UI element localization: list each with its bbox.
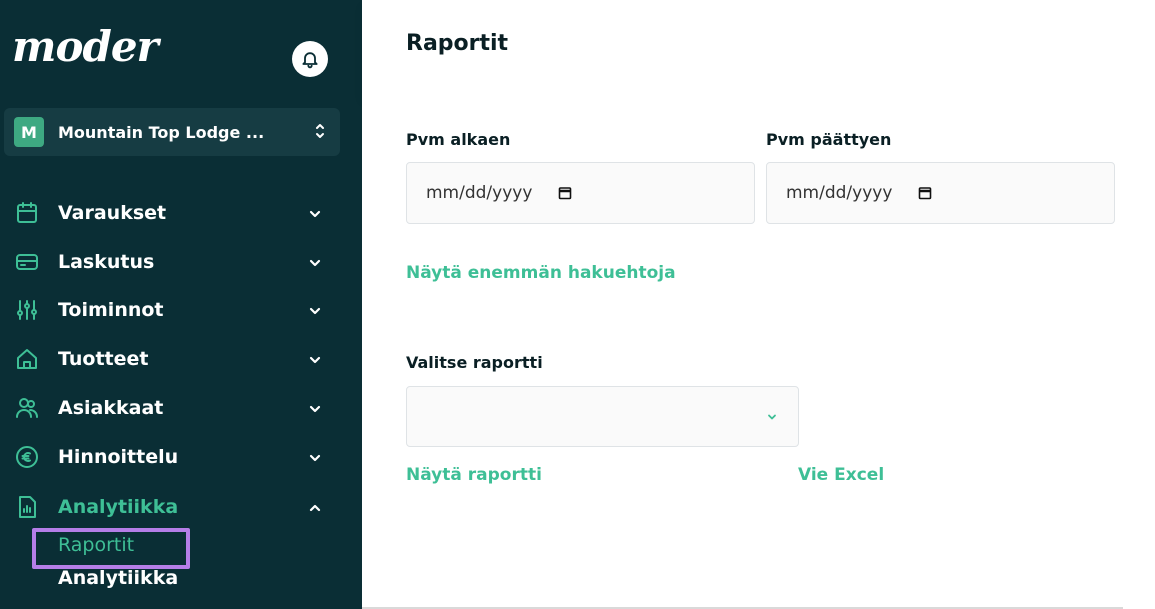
sidebar-item-tuotteet[interactable]: Tuotteet bbox=[0, 339, 362, 379]
sidebar: moder M Mountain Top Lodge ... Varaukset… bbox=[0, 0, 362, 609]
sidebar-item-toiminnot[interactable]: Toiminnot bbox=[0, 290, 362, 330]
date-to-placeholder: mm/dd/yyyy bbox=[786, 183, 893, 203]
notifications-button[interactable] bbox=[292, 41, 328, 77]
sidebar-item-label: Analytiikka bbox=[58, 496, 179, 518]
calendar-icon bbox=[17, 202, 37, 223]
sidebar-item-hinnoittelu[interactable]: Hinnoittelu bbox=[0, 437, 362, 477]
date-from-input[interactable]: mm/dd/yyyy bbox=[406, 162, 755, 224]
chevron-down-icon bbox=[309, 307, 321, 315]
credit-card-icon bbox=[16, 254, 38, 270]
date-to-input[interactable]: mm/dd/yyyy bbox=[766, 162, 1115, 224]
chevron-down-icon bbox=[309, 454, 321, 462]
date-from-label: Pvm alkaen bbox=[406, 130, 511, 149]
app-logo: moder bbox=[12, 22, 159, 71]
sidebar-item-label: Toiminnot bbox=[58, 299, 164, 321]
chevron-down-icon bbox=[309, 356, 321, 364]
sidebar-item-analytiikka[interactable]: Analytiikka bbox=[0, 487, 362, 527]
chevron-updown-icon bbox=[316, 124, 324, 138]
bell-icon bbox=[302, 52, 318, 69]
sidebar-item-label: Asiakkaat bbox=[58, 397, 164, 419]
sidebar-subitem-raportit[interactable]: Raportit bbox=[58, 534, 134, 556]
more-filters-link[interactable]: Näytä enemmän hakuehtoja bbox=[406, 263, 676, 283]
sliders-icon bbox=[17, 300, 37, 320]
sidebar-item-asiakkaat[interactable]: Asiakkaat bbox=[0, 388, 362, 428]
sidebar-subitem-analytiikka[interactable]: Analytiikka bbox=[58, 567, 178, 589]
chevron-down-icon bbox=[768, 414, 776, 420]
analytics-icon bbox=[19, 496, 36, 518]
calendar-picker-icon[interactable] bbox=[918, 186, 932, 200]
sidebar-item-label: Tuotteet bbox=[58, 348, 149, 370]
calendar-picker-icon[interactable] bbox=[558, 186, 572, 200]
home-icon bbox=[17, 349, 37, 369]
chevron-down-icon bbox=[309, 210, 321, 218]
sidebar-item-varaukset[interactable]: Varaukset bbox=[0, 193, 362, 233]
export-excel-link[interactable]: Vie Excel bbox=[798, 465, 884, 485]
right-margin bbox=[1123, 0, 1155, 609]
date-from-placeholder: mm/dd/yyyy bbox=[426, 183, 533, 203]
report-select-label: Valitse raportti bbox=[406, 353, 543, 372]
chevron-up-icon bbox=[309, 504, 321, 512]
property-selector[interactable]: M Mountain Top Lodge ... bbox=[4, 108, 340, 156]
page-title: Raportit bbox=[406, 31, 509, 56]
date-to-label: Pvm päättyen bbox=[766, 130, 892, 149]
chevron-down-icon bbox=[309, 259, 321, 267]
sidebar-item-laskutus[interactable]: Laskutus bbox=[0, 242, 362, 282]
property-badge: M bbox=[14, 117, 44, 147]
sidebar-item-label: Varaukset bbox=[58, 202, 167, 224]
euro-icon bbox=[16, 446, 38, 468]
show-report-link[interactable]: Näytä raportti bbox=[406, 465, 542, 485]
sidebar-item-label: Laskutus bbox=[58, 251, 155, 273]
users-icon bbox=[16, 398, 38, 418]
chevron-down-icon bbox=[309, 405, 321, 413]
sidebar-item-label: Hinnoittelu bbox=[58, 446, 179, 468]
report-select[interactable] bbox=[406, 386, 799, 447]
property-name: Mountain Top Lodge ... bbox=[58, 122, 265, 142]
page-header: Raportit bbox=[362, 0, 1123, 96]
